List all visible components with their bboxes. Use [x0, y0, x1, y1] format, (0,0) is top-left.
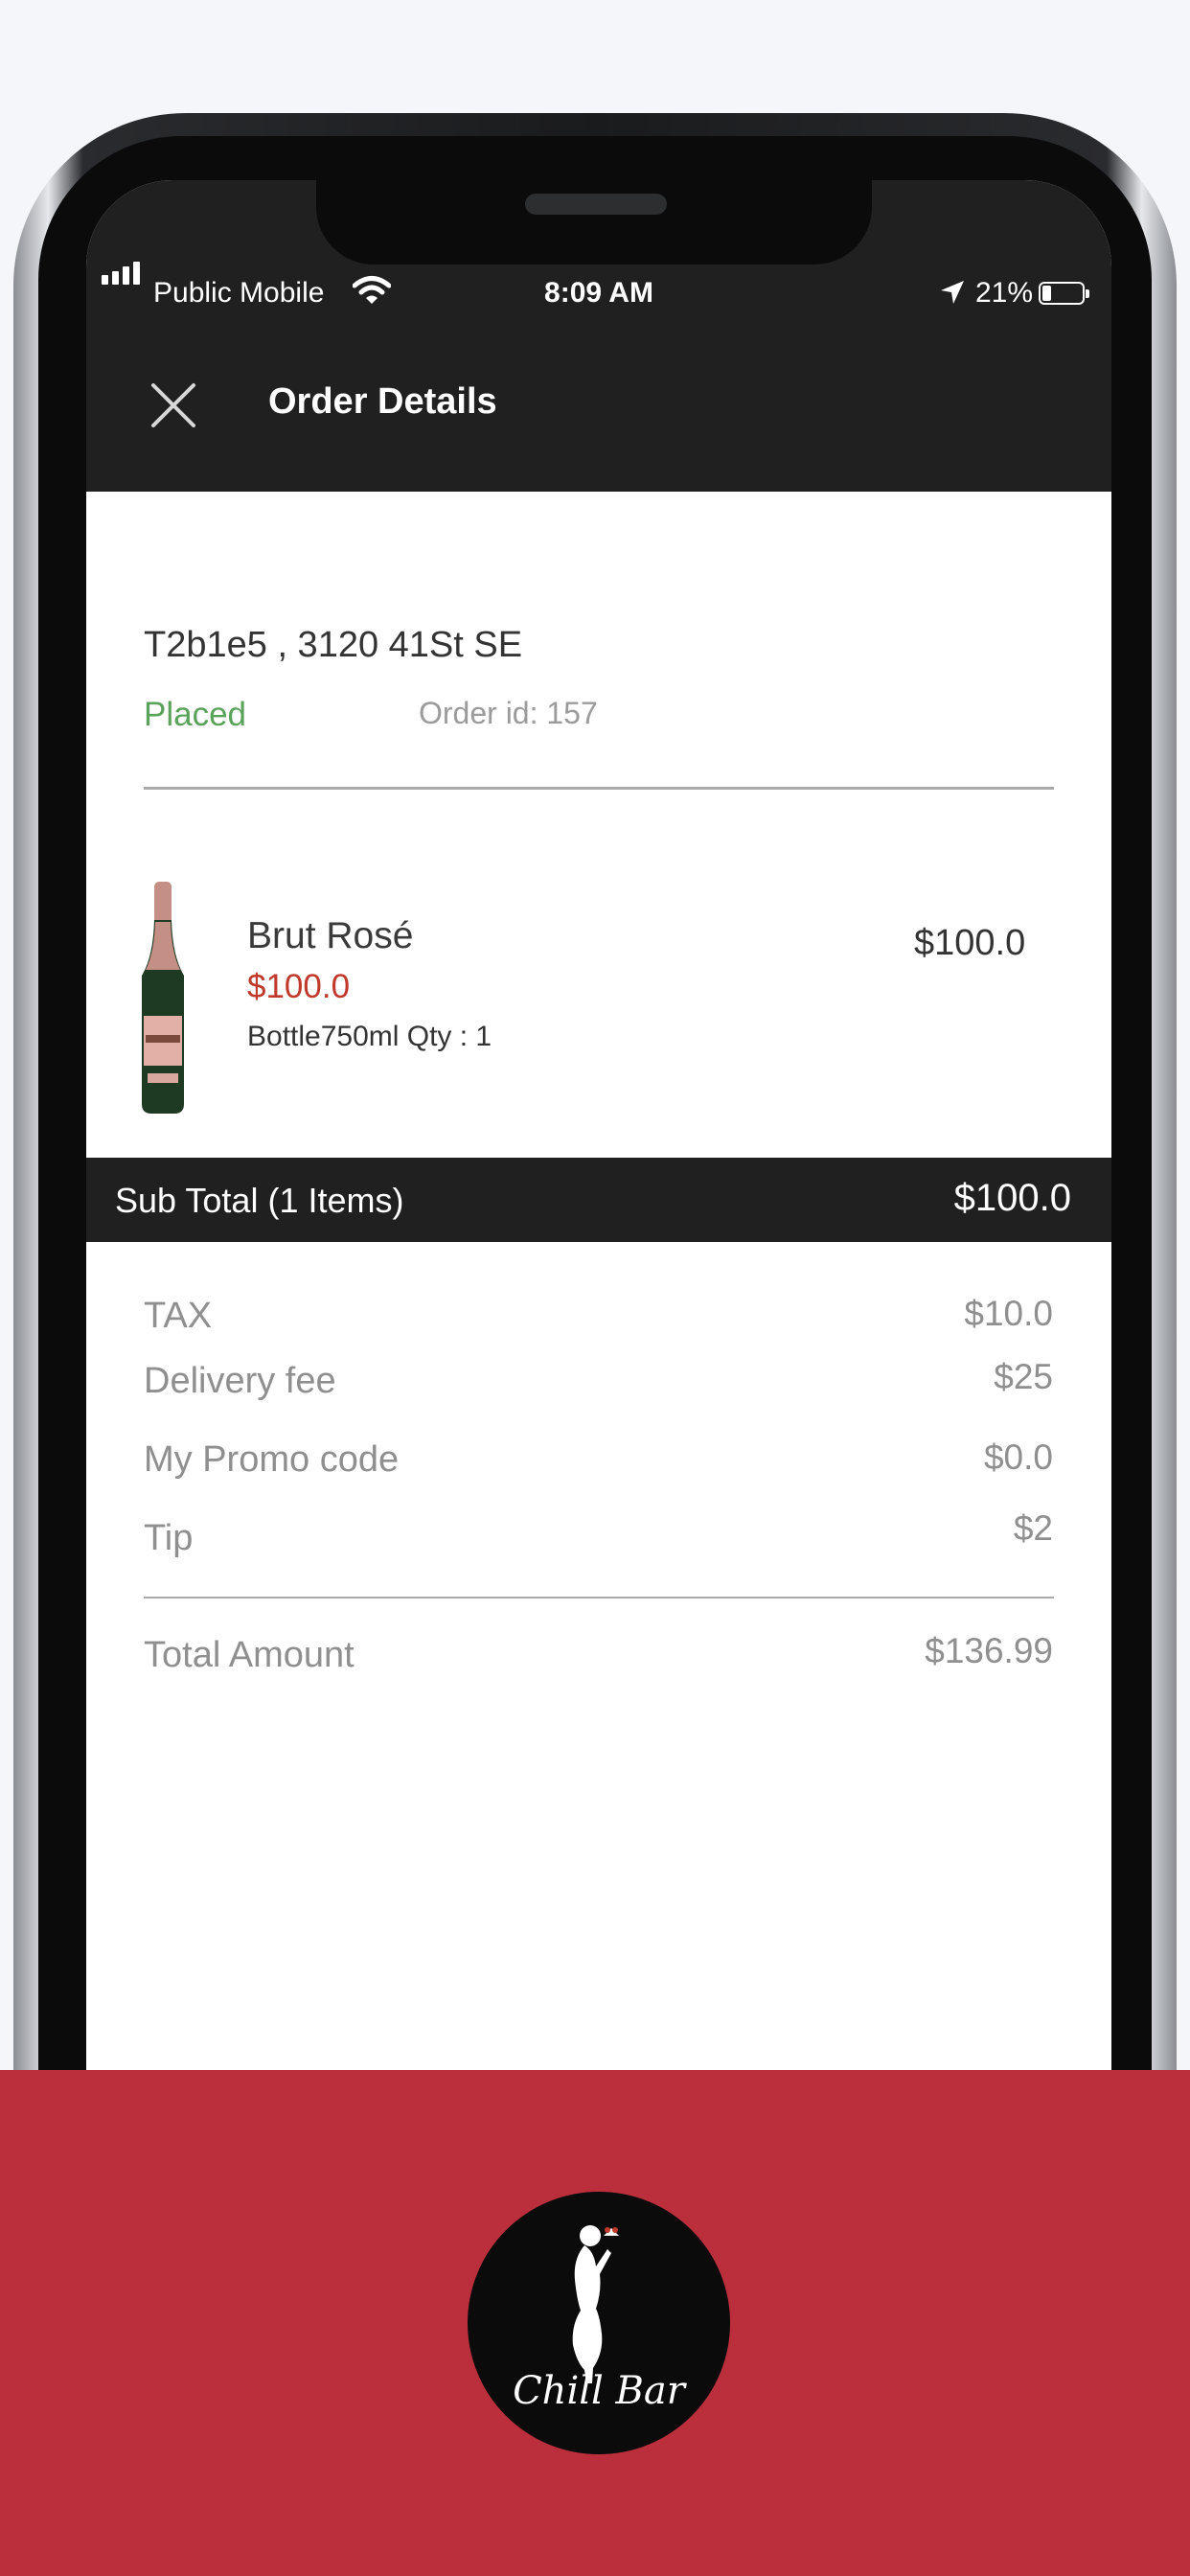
close-icon: [151, 383, 195, 427]
product-name: Brut Rosé: [247, 915, 414, 956]
promo-code-value: $0.0: [983, 1438, 1053, 1477]
divider: [144, 1597, 1054, 1598]
order-id: Order id: 157: [419, 696, 598, 730]
logo-text: Chill Bar: [513, 2369, 685, 2413]
product-details: Bottle750ml Qty : 1: [247, 1021, 492, 1052]
app-screen: [86, 180, 1111, 2384]
waitress-silhouette-icon: [572, 2225, 619, 2383]
product-image: [142, 882, 184, 1114]
tip-value: $2: [1013, 1508, 1053, 1548]
order-status: Placed: [144, 696, 247, 733]
status-bar: Public Mobile 8:09 AM 21%: [86, 262, 1111, 317]
total-amount-value: $136.99: [925, 1631, 1053, 1670]
phone-speaker: [525, 194, 667, 215]
subtotal-value: $100.0: [953, 1177, 1071, 1219]
line-total: $100.0: [914, 923, 1026, 963]
location-arrow-icon: [941, 281, 964, 304]
close-button[interactable]: [144, 376, 203, 435]
battery-percentage: 21%: [975, 277, 1034, 309]
product-price: $100.0: [247, 968, 351, 1005]
divider: [144, 787, 1054, 790]
tax-label: TAX: [144, 1296, 213, 1336]
battery-icon: [1039, 282, 1089, 305]
tax-value: $10.0: [964, 1294, 1053, 1333]
delivery-address: T2b1e5 , 3120 41St SE: [144, 625, 523, 665]
total-amount-label: Total Amount: [144, 1635, 355, 1675]
tip-label: Tip: [144, 1518, 194, 1558]
subtotal-bar: Sub Total (1 Items) $100.0: [86, 1158, 1111, 1242]
page-title: Order Details: [268, 381, 497, 422]
chill-bar-logo: Chill Bar: [468, 2192, 730, 2454]
promo-code-label: My Promo code: [144, 1439, 400, 1480]
subtotal-label: Sub Total (1 Items): [115, 1181, 404, 1220]
delivery-fee-label: Delivery fee: [144, 1361, 336, 1401]
delivery-fee-value: $25: [994, 1357, 1053, 1396]
